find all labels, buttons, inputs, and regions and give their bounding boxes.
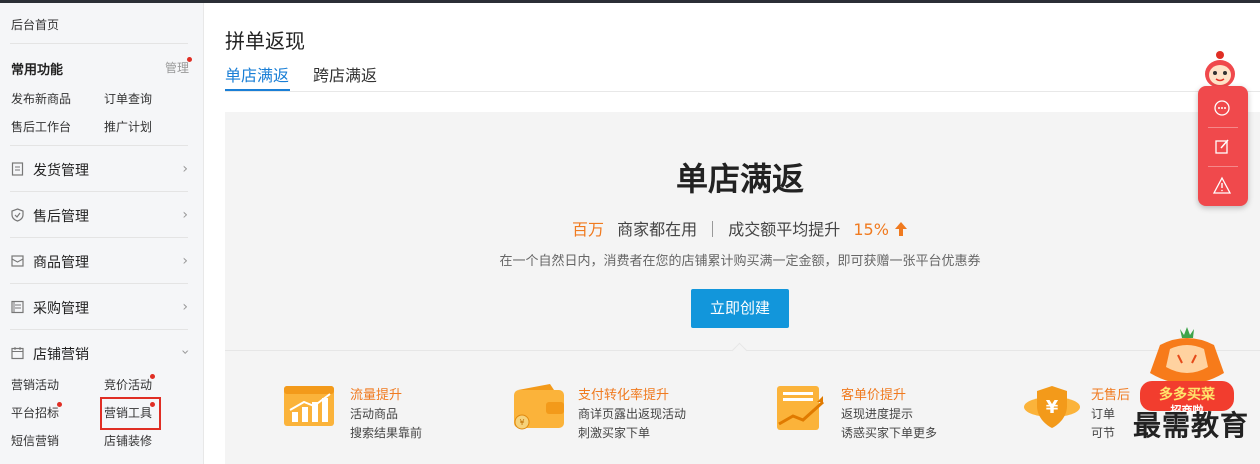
tabs-divider	[225, 91, 1260, 92]
floating-help-widget	[1198, 50, 1248, 210]
fav-link-aftersale[interactable]: 售后工作台	[11, 118, 71, 135]
wallet-icon: ¥	[510, 382, 568, 432]
arrow-up-icon	[894, 220, 908, 239]
hero-description: 在一个自然日内，消费者在您的店铺累计购买满一定金额，即可获赠一张平台优惠券	[499, 254, 981, 269]
edit-icon[interactable]	[1198, 128, 1248, 166]
notification-dot	[187, 57, 192, 62]
favorites-title: 常用功能	[11, 63, 64, 78]
sidebar-section-purchasing[interactable]: 采购管理 ›	[10, 295, 190, 319]
chevron-right-icon: ›	[182, 207, 188, 223]
feature-line: 订单	[1091, 407, 1116, 421]
chat-bubble-icon[interactable]	[1198, 89, 1248, 127]
hero-sub-text: 成交额平均提升	[728, 220, 841, 239]
divider	[10, 145, 188, 146]
chevron-right-icon: ›	[182, 299, 188, 315]
feature-line: 可节	[1091, 426, 1116, 440]
hero-panel: 单店满返 百万 商家都在用 成交额平均提升 15% 在一个自然日内，消费者在您的…	[225, 112, 1260, 464]
list-icon	[10, 300, 24, 314]
sidebar-home-link[interactable]: 后台首页	[11, 16, 59, 33]
float-panel	[1198, 86, 1248, 206]
box-icon	[10, 254, 24, 268]
svg-text:¥: ¥	[1046, 397, 1059, 418]
feature-order-value: 客单价提升 返现进度提示 诱惑买家下单更多	[773, 378, 973, 440]
tab-single-store[interactable]: 单店满返	[225, 62, 289, 86]
marketing-link-activities[interactable]: 营销活动	[11, 376, 59, 393]
feature-traffic: 流量提升 活动商品 搜索结果靠前	[282, 378, 482, 440]
notification-dot	[150, 374, 155, 379]
divider	[10, 237, 188, 238]
divider	[10, 329, 188, 330]
sidebar-section-label: 采购管理	[33, 301, 89, 317]
svg-text:¥: ¥	[519, 418, 524, 427]
fav-link-promotion[interactable]: 推广计划	[104, 118, 152, 135]
chevron-right-icon: ›	[182, 161, 188, 177]
highlight-box	[100, 397, 161, 430]
divider	[10, 43, 188, 44]
calendar-icon	[10, 346, 24, 360]
hero-subtitle: 百万 商家都在用 成交额平均提升 15%	[225, 216, 1255, 240]
hero-divider-notch	[731, 342, 748, 359]
feature-title: 支付转化率提升	[578, 388, 670, 403]
feature-line: 商详页露出返现活动	[578, 407, 687, 421]
marketing-link-sms[interactable]: 短信营销	[11, 432, 59, 449]
marketing-link-tender[interactable]: 平台招标	[11, 404, 59, 421]
sidebar-section-marketing[interactable]: 店铺营销 ›	[10, 341, 194, 365]
hero-stat-merchants: 百万	[571, 220, 604, 239]
sidebar-section-label: 发货管理	[33, 163, 89, 179]
tab-cross-store[interactable]: 跨店满返	[313, 62, 377, 86]
separator	[712, 221, 714, 237]
favorites-manage-link[interactable]: 管理	[165, 59, 189, 76]
feature-line: 诱惑买家下单更多	[841, 426, 938, 440]
sidebar-section-aftersale[interactable]: 售后管理 ›	[10, 203, 190, 227]
create-button[interactable]: 立即创建	[691, 289, 789, 328]
divider	[10, 191, 188, 192]
yen-shield-icon: ¥	[1023, 382, 1081, 432]
sidebar-section-shipping[interactable]: 发货管理 ›	[10, 157, 190, 181]
feature-line: 搜索结果靠前	[350, 426, 423, 440]
feature-title: 客单价提升	[841, 388, 907, 403]
feature-title: 流量提升	[350, 388, 403, 403]
badge-text: 多多买菜	[1159, 386, 1216, 403]
fav-link-publish[interactable]: 发布新商品	[11, 90, 71, 107]
chevron-down-icon: ›	[177, 349, 194, 355]
sidebar-section-label: 商品管理	[33, 255, 89, 271]
feature-conversion: ¥ 支付转化率提升 商详页露出返现活动 刺激买家下单	[510, 378, 730, 440]
chevron-right-icon: ›	[182, 253, 188, 269]
feature-line: 返现进度提示	[841, 407, 914, 421]
active-tab-indicator	[225, 89, 290, 91]
feature-line: 刺激买家下单	[578, 426, 651, 440]
feature-title: 无售后	[1091, 388, 1131, 403]
marketing-link-decoration[interactable]: 店铺装修	[104, 432, 152, 449]
warning-icon[interactable]	[1198, 167, 1248, 205]
notification-dot	[57, 402, 62, 407]
sidebar: 后台首页 常用功能 管理 发布新商品 订单查询 售后工作台 推广计划 发货管理 …	[0, 3, 204, 464]
mascot-icon[interactable]	[1201, 50, 1239, 90]
chart-up-icon	[282, 382, 340, 432]
hero-title: 单店满返	[675, 160, 804, 198]
marketing-link-bidding[interactable]: 竞价活动	[104, 376, 152, 393]
hero-sub-text: 商家都在用	[617, 220, 698, 239]
rising-bars-icon	[773, 382, 831, 432]
shield-check-icon	[10, 208, 24, 222]
main-content: 拼单返现 单店满返 跨店满返 单店满返 百万 商家都在用 成交额平均提升 15%…	[205, 3, 1260, 464]
fav-link-orders[interactable]: 订单查询	[104, 90, 152, 107]
sidebar-section-label: 店铺营销	[33, 347, 89, 363]
page-title: 拼单返现	[225, 29, 305, 53]
sidebar-section-products[interactable]: 商品管理 ›	[10, 249, 190, 273]
hero-stat-growth: 15%	[853, 220, 889, 239]
document-icon	[10, 162, 24, 176]
feature-line: 活动商品	[350, 407, 399, 421]
watermark-text: 最需教育	[1133, 409, 1250, 442]
divider	[10, 283, 188, 284]
sidebar-section-label: 售后管理	[33, 209, 89, 225]
